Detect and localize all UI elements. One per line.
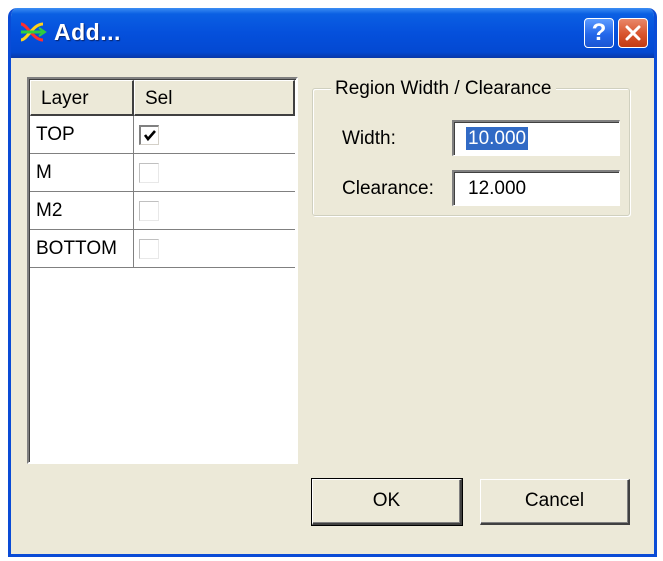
layer-name: TOP — [30, 116, 134, 153]
clearance-value: 12.000 — [468, 178, 527, 199]
layer-row-m2[interactable]: M2 — [30, 192, 295, 230]
checkmark-icon — [143, 130, 156, 142]
sel-cell — [134, 154, 295, 191]
region-group-title: Region Width / Clearance — [331, 78, 556, 100]
help-button[interactable]: ? — [584, 18, 614, 48]
select-checkbox-m2[interactable] — [139, 201, 159, 221]
cancel-button[interactable]: Cancel — [480, 479, 630, 525]
list-rows: TOP M M2 BOTTOM — [30, 116, 295, 268]
dialog-title: Add... — [54, 19, 121, 45]
clearance-field[interactable]: 12.000 — [452, 170, 620, 206]
sel-cell — [134, 192, 295, 229]
layer-list[interactable]: Layer Sel TOP M M2 BOTTOM — [27, 77, 298, 464]
select-checkbox-top[interactable] — [139, 125, 159, 145]
close-button[interactable] — [618, 18, 648, 48]
width-field[interactable]: 10.000 — [452, 120, 620, 156]
help-icon: ? — [591, 19, 607, 46]
sel-cell — [134, 230, 295, 267]
layer-name: M — [30, 154, 134, 191]
layer-name: BOTTOM — [30, 230, 134, 267]
width-label: Width: — [342, 128, 396, 149]
width-value: 10.000 — [466, 127, 529, 150]
select-checkbox-bottom[interactable] — [139, 239, 159, 259]
layer-row-m[interactable]: M — [30, 154, 295, 192]
layer-row-top[interactable]: TOP — [30, 116, 295, 154]
list-header: Layer Sel — [30, 80, 295, 116]
close-icon — [625, 25, 641, 41]
ok-button[interactable]: OK — [311, 478, 463, 526]
select-checkbox-m[interactable] — [139, 163, 159, 183]
app-logo-icon — [20, 22, 47, 42]
layer-row-bottom[interactable]: BOTTOM — [30, 230, 295, 268]
column-header-sel[interactable]: Sel — [134, 80, 295, 116]
column-header-layer[interactable]: Layer — [30, 80, 134, 116]
title-bar[interactable]: Add... ? — [11, 8, 654, 58]
clearance-label: Clearance: — [342, 178, 434, 199]
layer-name: M2 — [30, 192, 134, 229]
sel-cell — [134, 116, 295, 153]
